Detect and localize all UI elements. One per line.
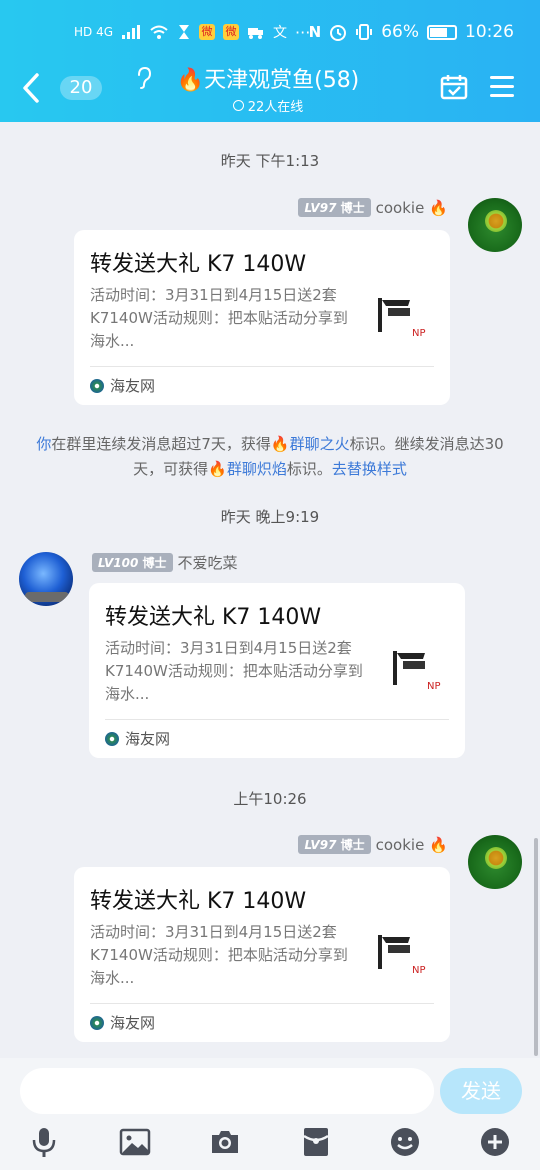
earpiece-mode-icon[interactable] <box>136 66 152 95</box>
microphone-icon[interactable] <box>28 1126 60 1158</box>
card-title: 转发送大礼 K7 140W <box>90 252 307 277</box>
input-bar: 发送 <box>0 1058 540 1170</box>
translate-icon: 文 <box>273 25 288 41</box>
level-badge: LV100 博士 <box>92 553 173 572</box>
status-left: HD 4G 微 微 文 ··· <box>74 22 310 42</box>
fire-badge-icon: 🔥 <box>429 835 448 854</box>
emoji-icon[interactable] <box>389 1126 421 1158</box>
card-title: 转发送大礼 K7 140W <box>105 605 322 630</box>
input-toolbar <box>0 1124 540 1164</box>
card-divider <box>90 366 434 367</box>
site-logo-icon <box>90 378 104 393</box>
group-name: 天津观赏鱼(58) <box>204 68 360 93</box>
title-fire-icon: 🔥 <box>176 68 205 93</box>
sender-info: LV97 博士 cookie 🔥 <box>298 835 448 854</box>
timestamp: 昨天 下午1:13 <box>220 152 320 170</box>
menu-icon[interactable] <box>490 76 514 98</box>
notice-link-fire[interactable]: 群聊之火 <box>290 435 350 453</box>
card-description: 活动时间：3月31日到4月15日送2套K7140W活动规则：把本贴活动分享到海水… <box>90 923 348 987</box>
wifi-icon <box>150 25 168 39</box>
level-badge: LV97 博士 <box>298 198 371 217</box>
card-source: 海友网 <box>105 728 170 749</box>
status-right: N 66% 10:26 <box>309 22 514 42</box>
truck-icon <box>248 28 264 39</box>
card-title: 转发送大礼 K7 140W <box>90 889 307 914</box>
notice-text-3: 标识。 <box>286 460 332 478</box>
avatar[interactable] <box>468 198 522 252</box>
weibo-icon-2: 微 <box>223 24 240 40</box>
timestamp: 昨天 晚上9:19 <box>220 508 320 526</box>
online-check-icon <box>232 100 244 111</box>
product-thumbnail: NP <box>389 645 449 701</box>
timestamp: 上午10:26 <box>233 790 307 808</box>
replace-style-link[interactable]: 去替换样式 <box>332 460 407 478</box>
signal-icon <box>122 25 141 39</box>
message-input[interactable] <box>20 1068 434 1114</box>
battery-percent: 66% <box>381 22 419 42</box>
battery-icon <box>427 24 457 40</box>
fire-badge-icon: 🔥 <box>429 198 448 217</box>
vibrate-icon <box>356 24 373 40</box>
avatar[interactable] <box>468 835 522 889</box>
site-logo-icon <box>90 1015 104 1030</box>
sender-info: LV100 博士 不爱吃菜 <box>92 552 238 573</box>
camera-icon[interactable] <box>209 1126 241 1158</box>
sender-name[interactable]: cookie <box>376 836 425 854</box>
chat-title: 🔥天津观赏鱼(58) <box>168 62 368 94</box>
card-source: 海友网 <box>90 1012 155 1033</box>
online-count-label: 22人在线 <box>247 100 304 115</box>
back-arrow-icon[interactable] <box>20 72 42 104</box>
shared-link-card[interactable]: 转发送大礼 K7 140W 活动时间：3月31日到4月15日送2套K7140W活… <box>74 867 450 1042</box>
status-bar: HD 4G 微 微 文 ··· N 66% 10:26 <box>0 18 540 50</box>
notice-link-flame[interactable]: 群聊炽焰 <box>227 460 287 478</box>
red-packet-icon[interactable] <box>300 1126 332 1158</box>
sender-info: LV97 博士 cookie 🔥 <box>298 198 448 217</box>
product-thumbnail: NP <box>374 292 434 348</box>
plus-icon[interactable] <box>479 1126 511 1158</box>
card-divider <box>105 719 449 720</box>
calendar-check-icon[interactable] <box>440 74 468 100</box>
chat-scrollbar[interactable] <box>534 838 538 1056</box>
chat-header: HD 4G 微 微 文 ··· N 66% 10:26 20 🔥天津观赏鱼(58… <box>0 0 540 122</box>
unread-count-badge[interactable]: 20 <box>60 76 102 100</box>
notice-you-link[interactable]: 你 <box>36 435 51 453</box>
product-thumbnail: NP <box>374 929 434 985</box>
level-badge: LV97 博士 <box>298 835 371 854</box>
notice-text-1: 在群里连续发消息超过7天，获得 <box>51 435 271 453</box>
notice-flame-icon: 🔥 <box>208 460 227 478</box>
alarm-icon <box>330 25 347 41</box>
shared-link-card[interactable]: 转发送大礼 K7 140W 活动时间：3月31日到4月15日送2套K7140W活… <box>89 583 465 758</box>
nfc-icon: N <box>308 23 322 41</box>
image-icon[interactable] <box>119 1126 151 1158</box>
card-divider <box>90 1003 434 1004</box>
site-logo-icon <box>105 731 119 746</box>
hourglass-icon <box>179 25 190 39</box>
system-notice: 你在群里连续发消息超过7天，获得🔥群聊之火标识。继续发消息达30天，可获得🔥群聊… <box>28 432 512 482</box>
card-source: 海友网 <box>90 375 155 396</box>
clock: 10:26 <box>465 22 514 42</box>
sender-name[interactable]: 不爱吃菜 <box>178 552 238 573</box>
card-description: 活动时间：3月31日到4月15日送2套K7140W活动规则：把本贴活动分享到海水… <box>90 286 348 350</box>
avatar[interactable] <box>19 552 73 606</box>
svg-text:NP: NP <box>412 328 426 339</box>
online-count: 22人在线 <box>168 96 368 115</box>
network-label: HD 4G <box>74 25 114 39</box>
svg-text:NP: NP <box>412 965 426 976</box>
chat-title-block[interactable]: 🔥天津观赏鱼(58) 22人在线 <box>168 62 368 115</box>
svg-text:NP: NP <box>427 681 441 692</box>
card-description: 活动时间：3月31日到4月15日送2套K7140W活动规则：把本贴活动分享到海水… <box>105 639 363 703</box>
notice-fire-icon: 🔥 <box>270 435 290 453</box>
sender-name[interactable]: cookie <box>376 199 425 217</box>
send-button[interactable]: 发送 <box>440 1068 522 1114</box>
weibo-icon: 微 <box>199 24 216 40</box>
shared-link-card[interactable]: 转发送大礼 K7 140W 活动时间：3月31日到4月15日送2套K7140W活… <box>74 230 450 405</box>
